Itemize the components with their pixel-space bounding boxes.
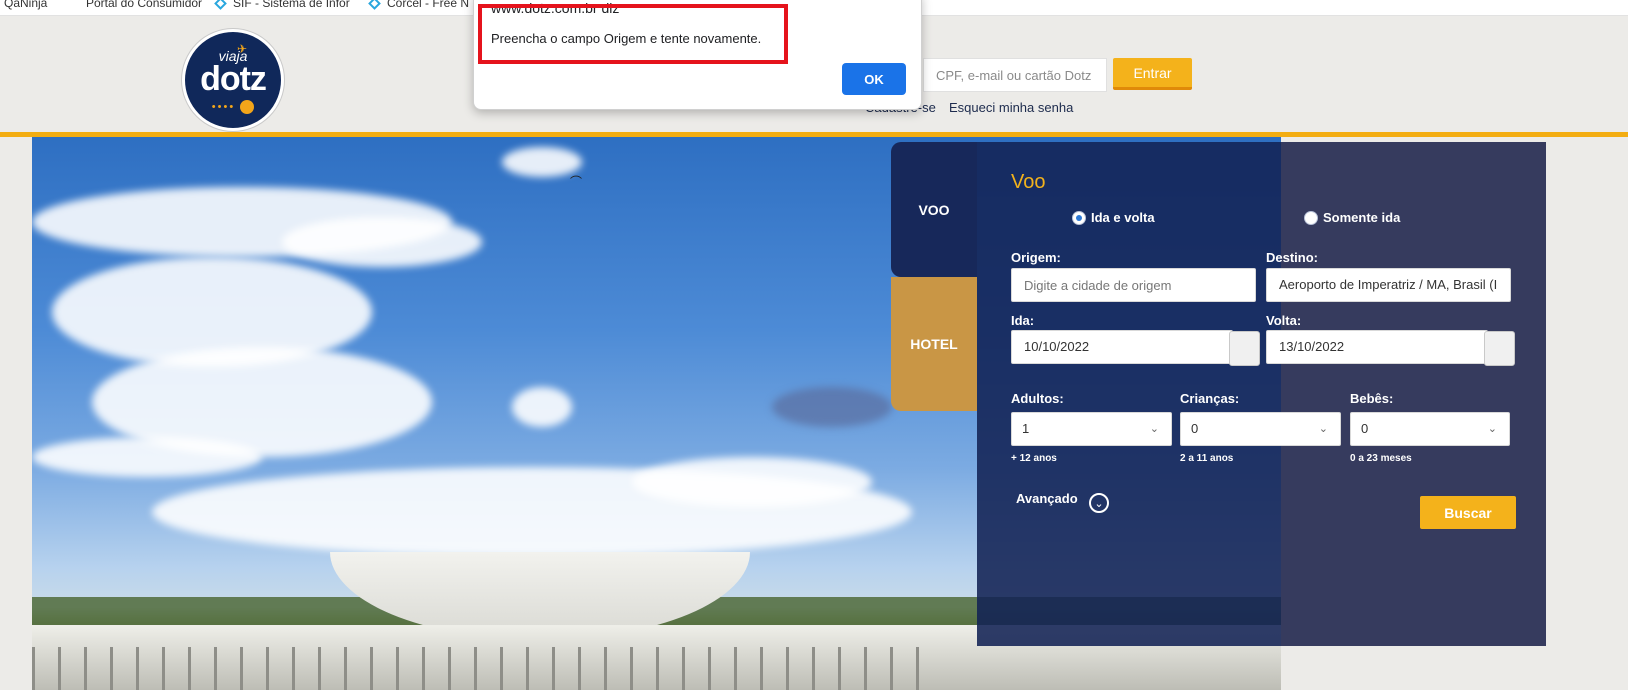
cloud xyxy=(632,457,872,507)
chevron-down-circle-icon[interactable]: ⌄ xyxy=(1089,493,1109,513)
origin-input[interactable] xyxy=(1011,268,1256,302)
radio-label: Ida e volta xyxy=(1091,210,1155,225)
children-select[interactable]: 0 ⌄ xyxy=(1180,412,1341,446)
chevron-down-icon: ⌄ xyxy=(1149,423,1159,435)
bookmark-label: SIF - Sistema de Infor xyxy=(233,0,350,10)
adults-hint: + 12 anos xyxy=(1011,453,1057,464)
tab-voo[interactable]: VOO xyxy=(891,142,977,277)
departure-calendar-button[interactable] xyxy=(1229,331,1260,366)
trip-type-one-way[interactable]: Somente ida xyxy=(1304,210,1400,225)
return-calendar-button[interactable] xyxy=(1484,331,1515,366)
return-label: Volta: xyxy=(1266,313,1302,328)
tab-hotel[interactable]: HOTEL xyxy=(891,277,977,411)
login-button[interactable]: Entrar xyxy=(1113,58,1192,90)
adults-value: 1 xyxy=(1022,421,1030,436)
radio-label: Somente ida xyxy=(1323,210,1401,225)
radio-unselected-icon[interactable] xyxy=(1304,210,1318,225)
diamond-icon xyxy=(368,0,381,10)
children-hint: 2 a 11 anos xyxy=(1180,453,1234,464)
bookmark-label: QaNinja xyxy=(4,0,48,10)
building-columns xyxy=(32,647,932,690)
chevron-down-icon: ⌄ xyxy=(1487,423,1497,435)
bookmark-corcel[interactable]: Corcel - Free N xyxy=(368,0,469,10)
bookmark-qaninja[interactable]: QaNinja xyxy=(4,0,47,10)
logo-main-text: dotz xyxy=(200,60,267,98)
bookmark-sif[interactable]: SIF - Sistema de Infor xyxy=(214,0,350,10)
cloud xyxy=(282,217,482,267)
trip-type-round-trip[interactable]: Ida e volta xyxy=(1072,210,1155,225)
bird-icon: ⌒ xyxy=(570,175,583,189)
diamond-icon xyxy=(214,0,227,10)
destination-input[interactable]: Aeroporto de Imperatriz / MA, Brasil (I xyxy=(1266,268,1511,302)
departure-date-input[interactable]: 10/10/2022 xyxy=(1011,330,1233,364)
origin-label: Origem: xyxy=(1011,250,1061,265)
forgot-password-link[interactable]: Esqueci minha senha xyxy=(949,100,1073,115)
cloud xyxy=(772,387,892,427)
cloud xyxy=(32,437,262,477)
message-highlight-box xyxy=(478,4,788,64)
radio-selected-icon[interactable] xyxy=(1072,210,1086,225)
search-button[interactable]: Buscar xyxy=(1420,496,1516,529)
adults-select[interactable]: 1 ⌄ xyxy=(1011,412,1172,446)
logo-dots: •••• xyxy=(185,100,281,114)
bookmark-icon xyxy=(68,0,80,9)
bookmark-portal[interactable]: Portal do Consumidor xyxy=(68,0,202,10)
bookmark-label: Corcel - Free N xyxy=(387,0,470,10)
departure-label: Ida: xyxy=(1011,313,1035,328)
return-date-input[interactable]: 13/10/2022 xyxy=(1266,330,1488,364)
login-input[interactable] xyxy=(923,58,1107,92)
children-label: Crianças: xyxy=(1180,391,1240,406)
left-margin xyxy=(0,137,32,690)
adults-label: Adultos: xyxy=(1011,391,1064,406)
infants-label: Bebês: xyxy=(1350,391,1394,406)
chevron-down-icon: ⌄ xyxy=(1318,423,1328,435)
infants-value: 0 xyxy=(1361,421,1369,436)
alert-dialog: www.dotz.com.br diz Preencha o campo Ori… xyxy=(473,0,922,110)
form-title: Voo xyxy=(1011,171,1046,193)
viaja-dotz-logo[interactable]: ✈ viaja dotz •••• xyxy=(182,29,284,131)
infants-hint: 0 a 23 meses xyxy=(1350,453,1412,464)
advanced-options-toggle[interactable]: Avançado xyxy=(1016,491,1078,506)
children-value: 0 xyxy=(1191,421,1199,436)
bookmark-label: Portal do Consumidor xyxy=(86,0,203,10)
dialog-ok-button[interactable]: OK xyxy=(842,63,906,95)
infants-select[interactable]: 0 ⌄ xyxy=(1350,412,1510,446)
dotz-coin-icon xyxy=(240,100,255,114)
destination-label: Destino: xyxy=(1266,250,1318,265)
cloud xyxy=(512,387,572,427)
